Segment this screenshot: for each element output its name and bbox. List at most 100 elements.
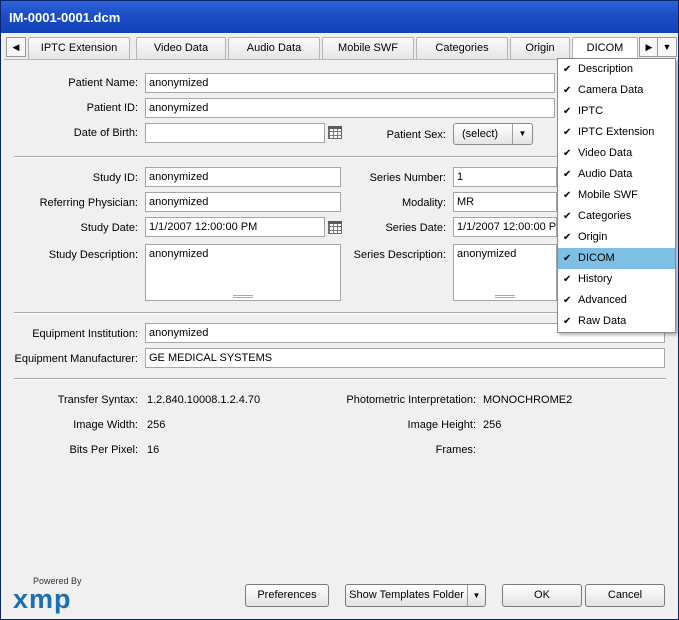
checkmark-icon: ✔ — [563, 169, 572, 180]
patient-sex-select[interactable]: (select) ▼ — [453, 123, 533, 145]
menu-item-label: Mobile SWF — [578, 189, 638, 201]
patient-sex-value: (select) — [462, 128, 499, 140]
photometric-interpretation-value: MONOCHROME2 — [483, 394, 573, 406]
panel-list-menu: ✔ Description ✔ Camera Data ✔ IPTC ✔ IPTC Ex… — [557, 58, 676, 333]
modality-label: Modality: — [401, 197, 446, 209]
checkmark-icon: ✔ — [563, 211, 572, 222]
checkmark-icon: ✔ — [563, 316, 572, 327]
menu-item-iptc-extension[interactable]: ✔ IPTC Extension — [558, 122, 675, 143]
menu-item-video-data[interactable]: ✔ Video Data — [558, 143, 675, 164]
series-description-textarea[interactable]: anonymized — [453, 244, 557, 301]
menu-item-label: Audio Data — [578, 168, 633, 180]
xmp-logo-text: xmp — [13, 584, 72, 614]
menu-item-label: Advanced — [578, 294, 627, 306]
menu-item-label: Raw Data — [578, 315, 627, 327]
menu-item-label: IPTC — [578, 105, 604, 117]
title-bar: IM-0001-0001.dcm — [1, 1, 678, 33]
referring-physician-label: Referring Physician: — [39, 197, 138, 209]
resize-grip-icon[interactable] — [495, 295, 515, 298]
menu-item-audio-data[interactable]: ✔ Audio Data — [558, 164, 675, 185]
study-description-textarea[interactable]: anonymized — [145, 244, 341, 301]
tab-audio-data[interactable]: Audio Data — [228, 37, 320, 59]
show-templates-folder-button[interactable]: Show Templates Folder ▼ — [345, 584, 486, 607]
series-description-label: Series Description: — [353, 249, 446, 261]
date-of-birth-field[interactable] — [145, 123, 325, 143]
patient-id-field[interactable]: anonymized — [145, 98, 555, 118]
chevron-down-icon[interactable]: ▼ — [467, 585, 485, 606]
modality-field[interactable]: MR — [453, 192, 557, 212]
referring-physician-field[interactable]: anonymized — [145, 192, 341, 212]
ok-button[interactable]: OK — [502, 584, 582, 607]
patient-sex-label: Patient Sex: — [386, 129, 446, 141]
menu-item-raw-data[interactable]: ✔ Raw Data — [558, 311, 675, 332]
chevron-down-icon: ▼ — [512, 124, 532, 144]
calendar-icon[interactable] — [328, 126, 342, 139]
date-of-birth-label: Date of Birth: — [73, 127, 138, 139]
bits-per-pixel-label: Bits Per Pixel: — [69, 444, 138, 456]
series-date-label: Series Date: — [385, 222, 446, 234]
menu-item-label: Origin — [578, 231, 608, 243]
study-id-field[interactable]: anonymized — [145, 167, 341, 187]
patient-id-label: Patient ID: — [86, 102, 138, 114]
menu-item-label: Description — [578, 63, 634, 75]
equipment-manufacturer-field[interactable]: GE MEDICAL SYSTEMS — [145, 348, 665, 368]
checkmark-icon: ✔ — [563, 127, 572, 138]
photometric-interpretation-label: Photometric Interpretation: — [346, 394, 476, 406]
menu-item-history[interactable]: ✔ History — [558, 269, 675, 290]
bits-per-pixel-value: 16 — [147, 444, 160, 456]
checkmark-icon: ✔ — [563, 64, 572, 75]
tab-origin[interactable]: Origin — [510, 37, 570, 59]
menu-item-origin[interactable]: ✔ Origin — [558, 227, 675, 248]
tab-mobile-swf[interactable]: Mobile SWF — [322, 37, 414, 59]
calendar-icon[interactable] — [328, 221, 342, 234]
image-width-value: 256 — [147, 419, 166, 431]
section-divider — [14, 378, 666, 380]
series-number-field[interactable]: 1 — [453, 167, 557, 187]
image-height-label: Image Height: — [407, 419, 476, 431]
menu-item-advanced[interactable]: ✔ Advanced — [558, 290, 675, 311]
tab-list-dropdown-icon[interactable]: ▼ — [657, 37, 677, 57]
checkmark-icon: ✔ — [563, 232, 572, 243]
menu-item-mobile-swf[interactable]: ✔ Mobile SWF — [558, 185, 675, 206]
menu-item-description[interactable]: ✔ Description — [558, 59, 675, 80]
checkmark-icon: ✔ — [563, 190, 572, 201]
tab-scroll-right-icon[interactable]: ▶ — [639, 37, 659, 57]
show-templates-folder-label: Show Templates Folder — [349, 589, 464, 601]
checkmark-icon: ✔ — [563, 253, 572, 264]
menu-item-categories[interactable]: ✔ Categories — [558, 206, 675, 227]
menu-item-label: History — [578, 273, 613, 285]
menu-item-label: Camera Data — [578, 84, 644, 96]
patient-name-field[interactable]: anonymized — [145, 73, 555, 93]
tab-scroll-left-icon[interactable]: ◀ — [6, 37, 26, 57]
checkmark-icon: ✔ — [563, 148, 572, 159]
menu-item-camera-data[interactable]: ✔ Camera Data — [558, 80, 675, 101]
window-title: IM-0001-0001.dcm — [9, 10, 121, 25]
study-description-value: anonymized — [149, 248, 209, 260]
menu-item-iptc[interactable]: ✔ IPTC — [558, 101, 675, 122]
study-id-label: Study ID: — [92, 172, 138, 184]
equipment-manufacturer-label: Equipment Manufacturer: — [14, 353, 138, 365]
preferences-button[interactable]: Preferences — [245, 584, 329, 607]
patient-name-label: Patient Name: — [68, 77, 138, 89]
menu-item-label: IPTC Extension — [578, 126, 655, 138]
menu-item-dicom[interactable]: ✔ DICOM — [558, 248, 675, 269]
study-date-label: Study Date: — [80, 222, 138, 234]
dialog-window: IM-0001-0001.dcm ◀ IPTC Extension Video … — [0, 0, 679, 620]
frames-label: Frames: — [435, 444, 476, 456]
tab-iptc-extension[interactable]: IPTC Extension — [28, 37, 130, 59]
resize-grip-icon[interactable] — [233, 295, 253, 298]
study-description-label: Study Description: — [48, 249, 138, 261]
checkmark-icon: ✔ — [563, 274, 572, 285]
tab-video-data[interactable]: Video Data — [136, 37, 226, 59]
series-description-value: anonymized — [457, 248, 517, 260]
tab-categories[interactable]: Categories — [416, 37, 508, 59]
study-date-field[interactable]: 1/1/2007 12:00:00 PM — [145, 217, 325, 237]
cancel-button[interactable]: Cancel — [585, 584, 665, 607]
series-date-field[interactable]: 1/1/2007 12:00:00 PM — [453, 217, 557, 237]
transfer-syntax-label: Transfer Syntax: — [57, 394, 138, 406]
series-number-label: Series Number: — [369, 172, 446, 184]
xmp-logo: Powered By xmp — [13, 576, 82, 615]
transfer-syntax-value: 1.2.840.10008.1.2.4.70 — [147, 394, 261, 406]
menu-item-label: Video Data — [578, 147, 633, 159]
menu-item-label: DICOM — [578, 252, 615, 264]
